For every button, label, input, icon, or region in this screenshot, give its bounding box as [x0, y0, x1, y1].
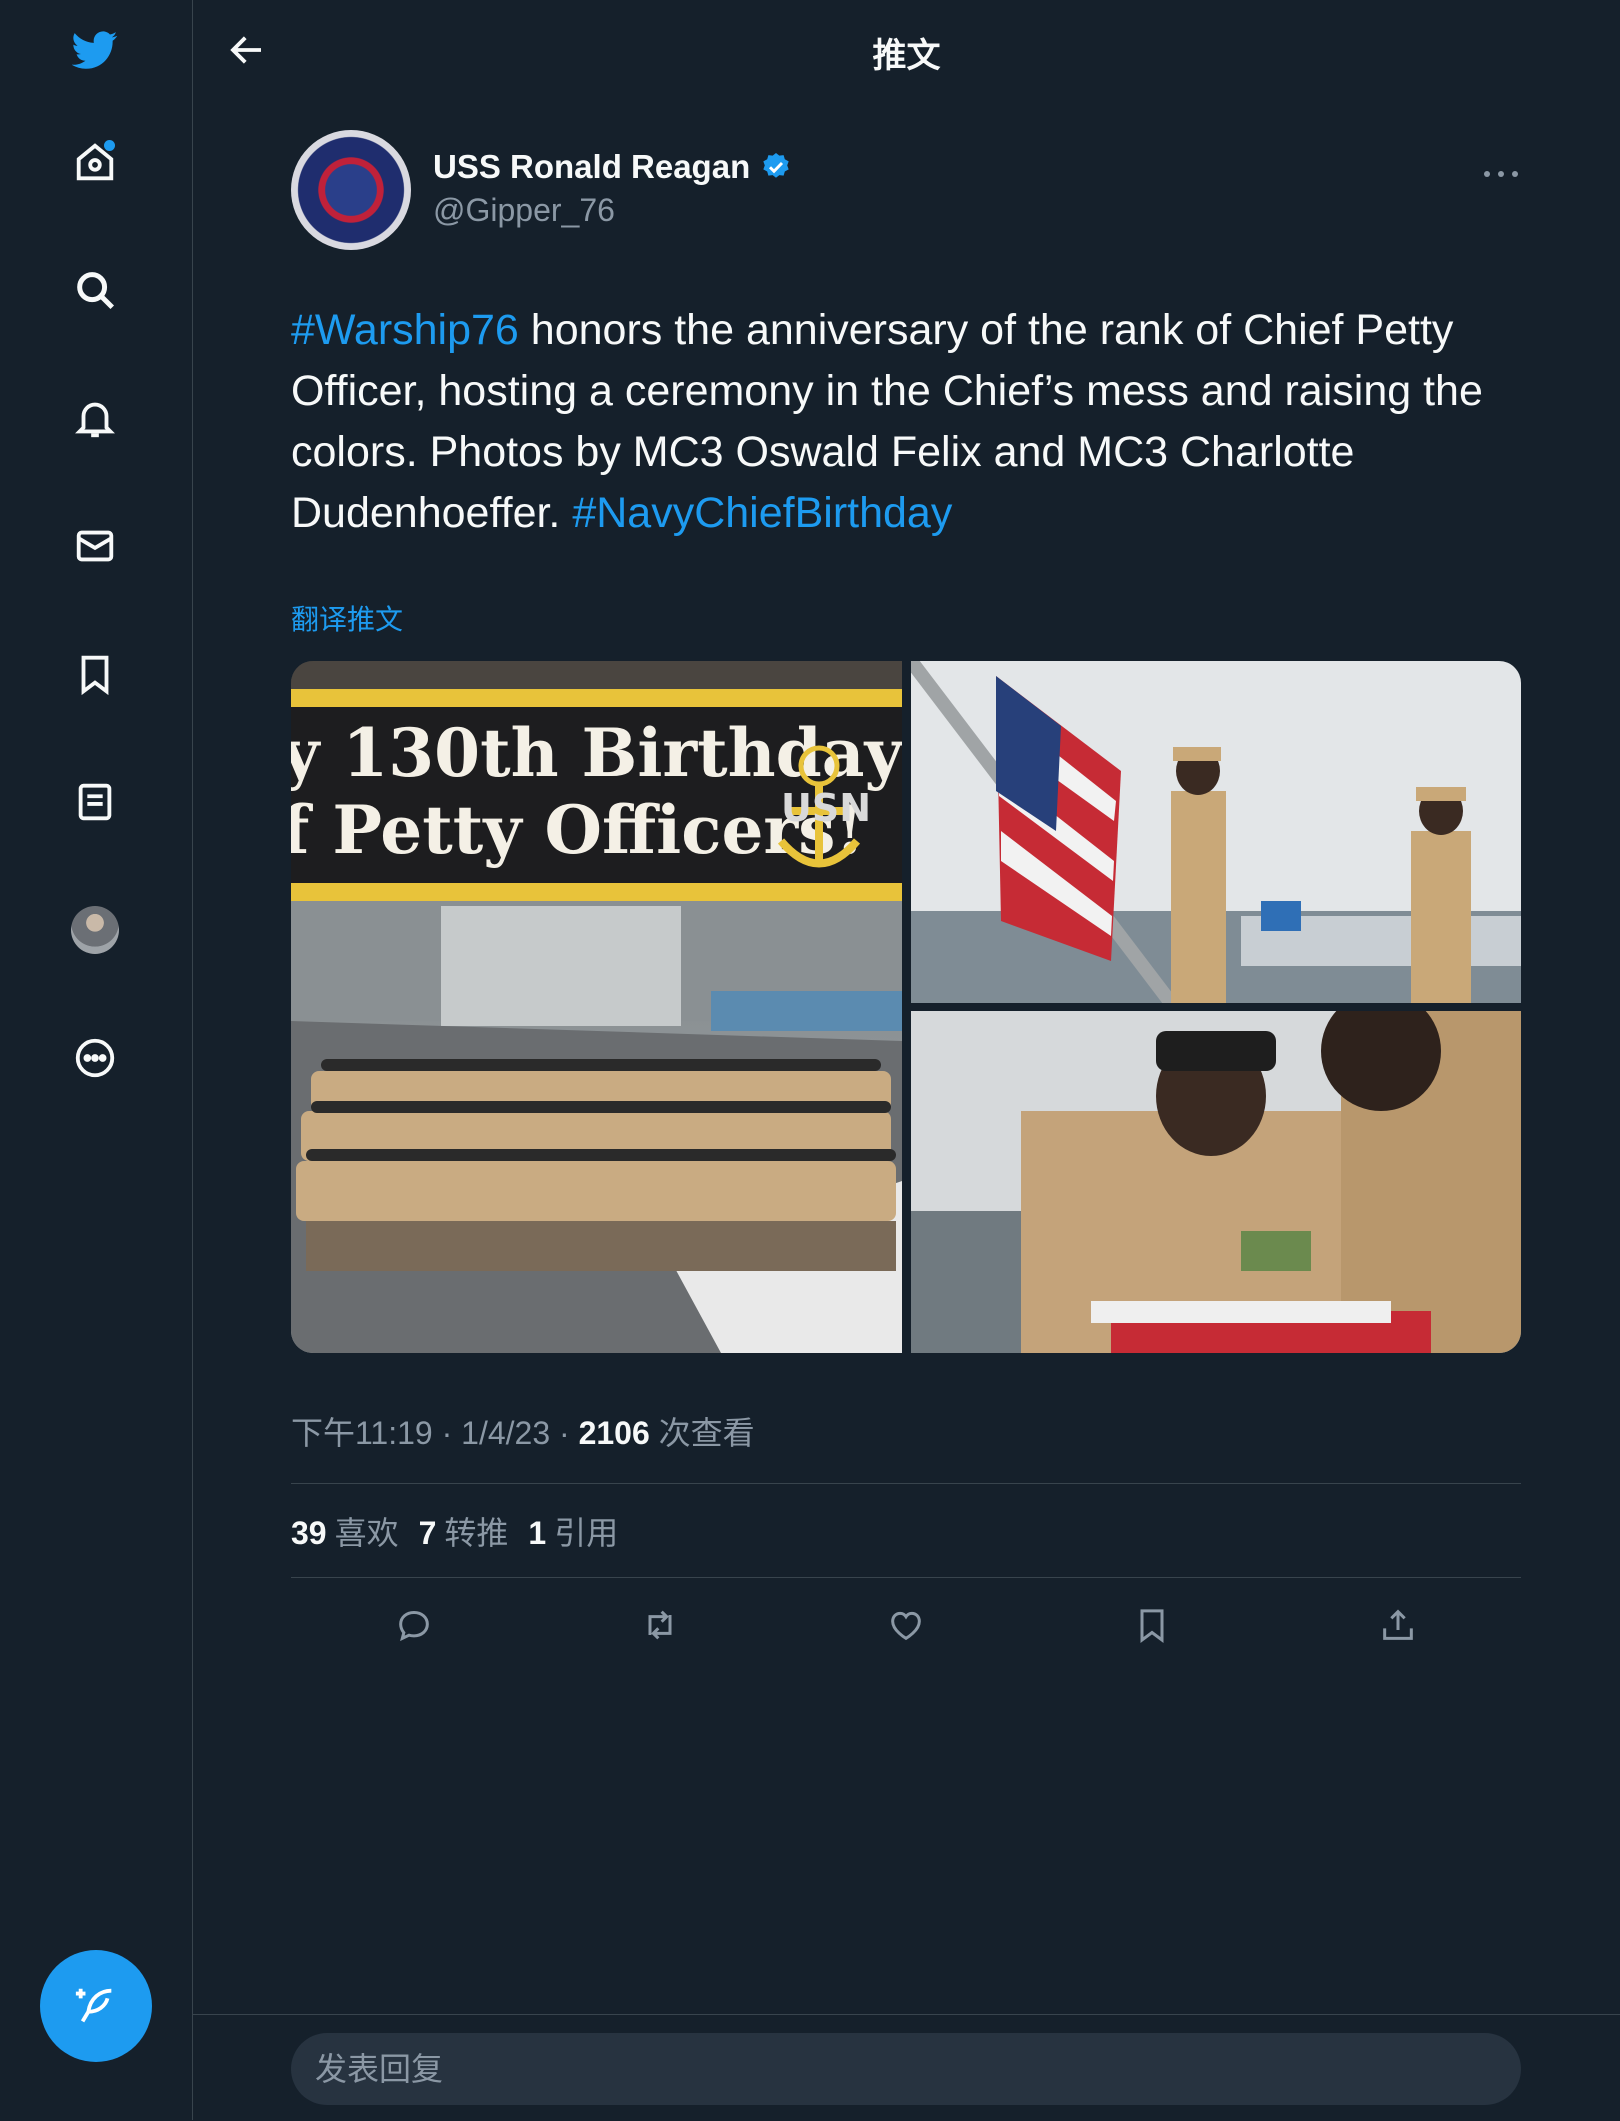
quotes-stat[interactable]: 1 引用: [528, 1508, 618, 1554]
meta-separator: ·: [432, 1415, 462, 1451]
like-icon: [891, 1611, 921, 1641]
meta-separator: ·: [550, 1415, 579, 1451]
reply-icon: [399, 1610, 429, 1642]
tweet-actions: [291, 1590, 1521, 1660]
page-title: 推文: [872, 37, 941, 75]
search-icon[interactable]: [63, 258, 127, 322]
profile-avatar[interactable]: [63, 898, 127, 962]
author-avatar[interactable]: [291, 130, 411, 250]
reply-button[interactable]: [379, 1590, 449, 1660]
bookmark-icon: [1140, 1609, 1164, 1643]
likes-count: 39: [291, 1515, 327, 1551]
verified-badge-icon: [763, 153, 789, 178]
quotes-count: 1: [528, 1515, 547, 1551]
bookmark-icon[interactable]: [63, 642, 127, 706]
reply-bar: [193, 2014, 1620, 2121]
tweet-time[interactable]: 下午11:19: [291, 1415, 433, 1451]
bell-icon[interactable]: [63, 386, 127, 450]
divider: [291, 1483, 1521, 1484]
like-button[interactable]: [871, 1590, 941, 1660]
translate-link[interactable]: 翻译推文: [291, 598, 403, 638]
retweets-label: 转推: [444, 1515, 509, 1551]
divider: [291, 1577, 1521, 1578]
bookmark-button[interactable]: [1117, 1590, 1187, 1660]
twitter-bird-icon[interactable]: [63, 18, 127, 82]
media-grid: y 130th Birthday f Petty Officers! USN: [291, 661, 1521, 1353]
likes-label: 喜欢: [334, 1515, 399, 1551]
photo-flag-raising[interactable]: [911, 661, 1521, 1003]
more-options-button[interactable]: [1481, 164, 1521, 184]
author-name-row[interactable]: USS Ronald Reagan: [433, 148, 792, 186]
view-count: 2106: [578, 1415, 650, 1451]
more-circle-icon[interactable]: [63, 1026, 127, 1090]
retweets-count: 7: [418, 1515, 437, 1551]
header: 推文: [193, 0, 1620, 100]
compose-feather-icon: [75, 1988, 112, 2023]
author-handle[interactable]: @Gipper_76: [433, 192, 615, 229]
quotes-label: 引用: [554, 1515, 619, 1551]
banner-line-2: f Petty Officers!: [291, 791, 864, 869]
badge-text: USN: [781, 786, 871, 830]
tweet-text: #Warship76 honors the anniversary of the…: [291, 300, 1521, 544]
hashtag-link[interactable]: #NavyChiefBirthday: [572, 489, 952, 537]
view-label: 次查看: [649, 1415, 755, 1451]
share-button[interactable]: [1363, 1590, 1433, 1660]
author-name[interactable]: USS Ronald Reagan: [433, 148, 750, 186]
share-icon: [1383, 1609, 1413, 1640]
likes-stat[interactable]: 39 喜欢: [291, 1508, 399, 1554]
hashtag-link[interactable]: #Warship76: [291, 306, 519, 354]
reply-input[interactable]: [291, 2033, 1521, 2105]
tweet-stats: 39 喜欢 7 转推 1 引用: [291, 1508, 618, 1554]
sidebar: [0, 0, 193, 2120]
tweet-meta: 下午11:19 · 1/4/23 · 2106 次查看: [291, 1408, 755, 1454]
photo-birthday-banner[interactable]: y 130th Birthday f Petty Officers! USN: [291, 661, 902, 1353]
tweet-date[interactable]: 1/4/23: [461, 1415, 550, 1451]
photo-flag-folding[interactable]: [911, 1011, 1521, 1353]
more-dots-icon: [1484, 171, 1518, 177]
retweet-button[interactable]: [625, 1590, 695, 1660]
compose-button[interactable]: [40, 1950, 152, 2062]
home-icon[interactable]: [63, 130, 127, 194]
mail-icon[interactable]: [63, 514, 127, 578]
notification-dot: [104, 140, 115, 151]
retweets-stat[interactable]: 7 转推: [419, 1508, 509, 1554]
list-icon[interactable]: [63, 770, 127, 834]
retweet-icon: [648, 1610, 672, 1640]
